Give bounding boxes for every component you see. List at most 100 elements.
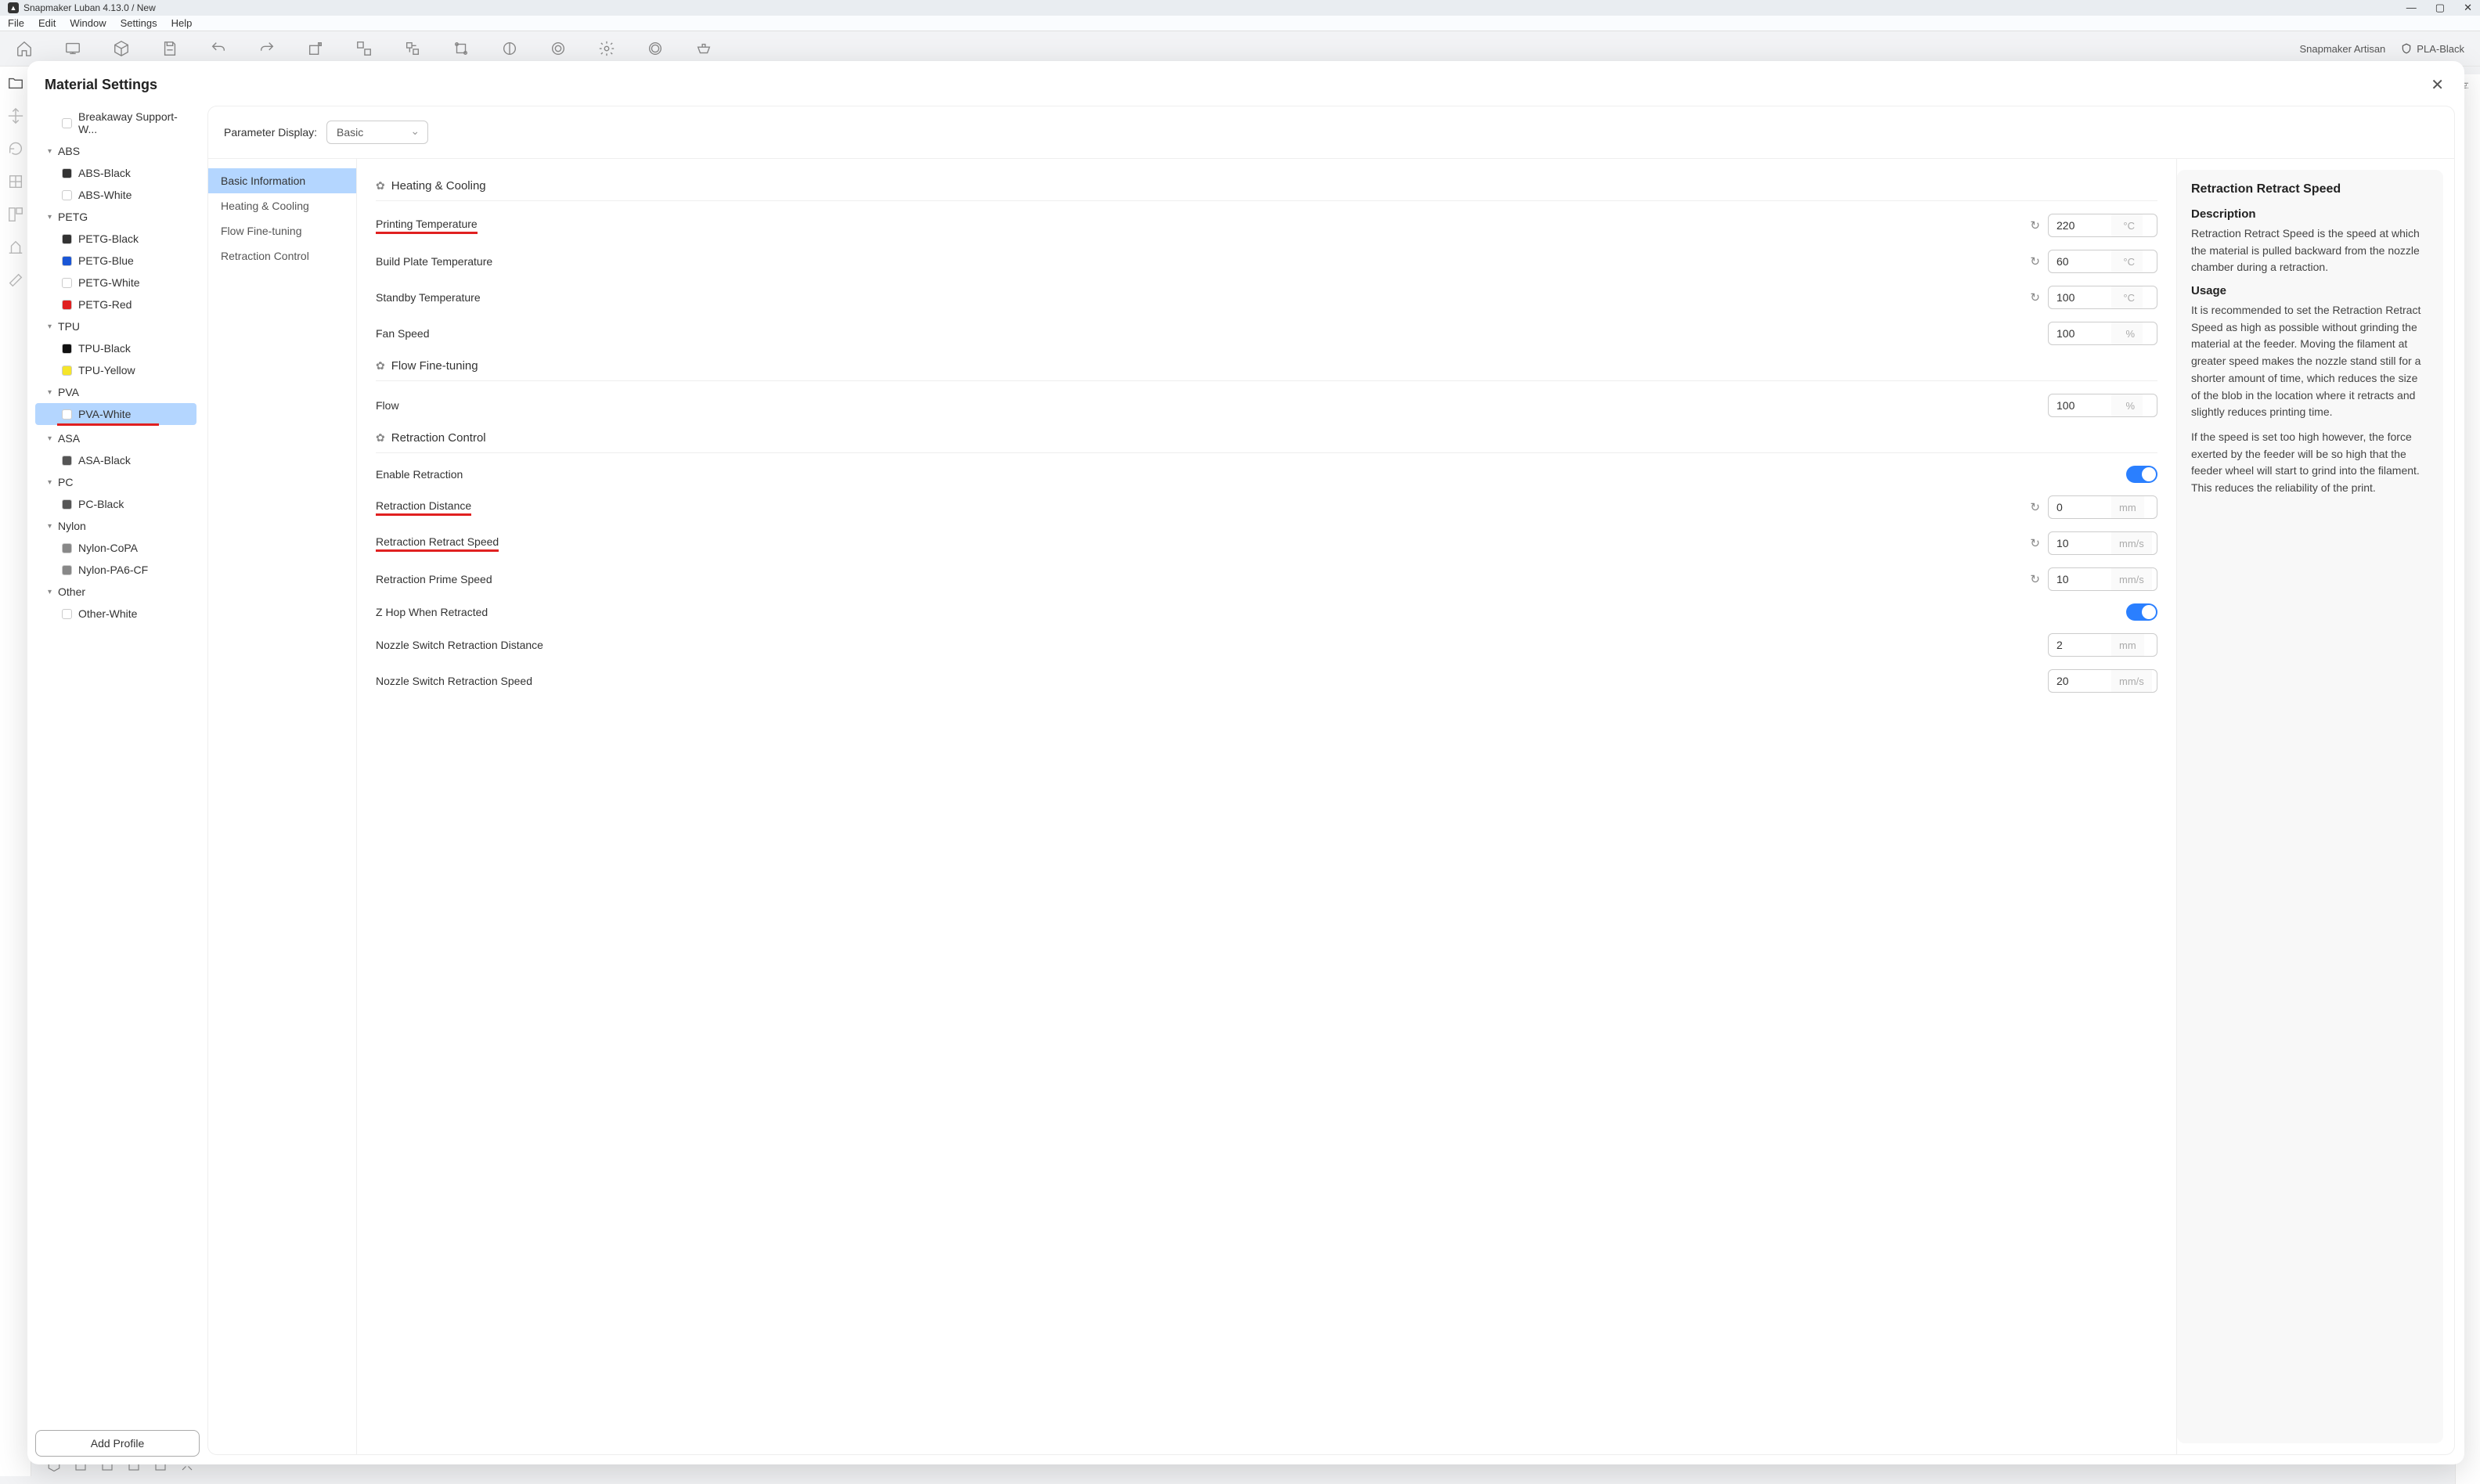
menu-file[interactable]: File (8, 17, 24, 29)
group-icon[interactable] (404, 40, 421, 57)
unit-label: % (2111, 394, 2143, 416)
cube-icon[interactable] (113, 40, 130, 57)
tree-item-label: TPU-Yellow (78, 364, 135, 376)
tree-item[interactable]: PETG-Black (35, 228, 196, 250)
material-tree[interactable]: Breakaway Support-W...ABSABS-BlackABS-Wh… (35, 106, 200, 1424)
tree-item[interactable]: Nylon-CoPA (35, 537, 196, 559)
layout-icon[interactable] (7, 206, 24, 223)
tree-item[interactable]: ABS-White (35, 184, 196, 206)
ring-icon[interactable] (550, 40, 567, 57)
category-nav-item[interactable]: Heating & Cooling (208, 193, 356, 218)
tree-item[interactable]: ASA-Black (35, 449, 196, 471)
maximize-button[interactable]: ▢ (2435, 2, 2445, 14)
home-icon[interactable] (16, 40, 33, 57)
circle-icon[interactable] (647, 40, 664, 57)
color-swatch (62, 344, 72, 354)
unit-label: °C (2111, 250, 2143, 272)
reset-icon[interactable]: ↻ (2030, 500, 2040, 514)
minimize-button[interactable]: — (2406, 2, 2417, 14)
mirror-icon[interactable] (501, 40, 518, 57)
tree-item[interactable]: Breakaway Support-W... (35, 106, 196, 140)
unit-label: mm/s (2111, 670, 2152, 692)
value-input[interactable] (2049, 250, 2111, 272)
scale-icon[interactable] (7, 173, 24, 190)
tree-item[interactable]: PETG-Blue (35, 250, 196, 272)
setting-label: Retraction Distance (376, 499, 471, 516)
reset-icon[interactable]: ↻ (2030, 536, 2040, 550)
value-input[interactable] (2049, 214, 2111, 236)
transform-icon[interactable] (452, 40, 470, 57)
workspace-icon[interactable] (64, 40, 81, 57)
menu-edit[interactable]: Edit (38, 17, 56, 29)
folder-icon[interactable] (7, 74, 24, 92)
tree-item[interactable]: ABS-Black (35, 162, 196, 184)
add-shape-icon[interactable] (307, 40, 324, 57)
title-text: Snapmaker Luban 4.13.0 / New (23, 2, 156, 13)
tree-category[interactable]: TPU (35, 315, 196, 337)
tree-item[interactable]: PETG-White (35, 272, 196, 294)
value-input[interactable] (2049, 568, 2111, 590)
color-swatch (62, 543, 72, 553)
reset-icon[interactable]: ↻ (2030, 290, 2040, 304)
tree-item[interactable]: TPU-Black (35, 337, 196, 359)
value-input[interactable] (2049, 532, 2111, 554)
tree-category[interactable]: Nylon (35, 515, 196, 537)
menu-settings[interactable]: Settings (121, 17, 157, 29)
value-input[interactable] (2049, 322, 2111, 344)
settings-list[interactable]: ✿Heating & Cooling Printing Temperature↻°… (357, 159, 2177, 1454)
add-profile-button[interactable]: Add Profile (35, 1430, 200, 1457)
redo-icon[interactable] (258, 40, 276, 57)
tree-category[interactable]: Other (35, 581, 196, 603)
value-input[interactable] (2049, 394, 2111, 416)
reset-icon[interactable]: ↻ (2030, 254, 2040, 268)
category-nav-item[interactable]: Retraction Control (208, 243, 356, 268)
color-swatch (62, 609, 72, 619)
move-icon[interactable] (7, 107, 24, 124)
section-header: ✿Heating & Cooling (376, 171, 2157, 201)
align-icon[interactable] (355, 40, 373, 57)
tree-category[interactable]: PETG (35, 206, 196, 228)
gear-icon[interactable] (598, 40, 615, 57)
reset-icon[interactable]: ↻ (2030, 218, 2040, 232)
toggle[interactable] (2126, 603, 2157, 621)
material-selector[interactable]: PLA-Black (2401, 43, 2464, 55)
support-icon[interactable] (7, 239, 24, 256)
undo-icon[interactable] (210, 40, 227, 57)
menu-window[interactable]: Window (70, 17, 106, 29)
tree-item-label: TPU-Black (78, 342, 131, 355)
category-nav-item[interactable]: Basic Information (208, 168, 356, 193)
rotate-icon[interactable] (7, 140, 24, 157)
value-input[interactable] (2049, 496, 2111, 518)
color-swatch (62, 366, 72, 376)
camera-icon[interactable] (695, 40, 712, 57)
param-display-label: Parameter Display: (224, 126, 317, 139)
tree-item[interactable]: PVA-White (35, 403, 196, 425)
tree-item[interactable]: Other-White (35, 603, 196, 625)
value-input[interactable] (2049, 286, 2111, 308)
tree-category[interactable]: ABS (35, 140, 196, 162)
param-display-select[interactable]: Basic (326, 121, 428, 144)
value-input[interactable] (2049, 634, 2111, 656)
category-nav-item[interactable]: Flow Fine-tuning (208, 218, 356, 243)
brush-icon[interactable] (7, 272, 24, 289)
tree-item[interactable]: PETG-Red (35, 294, 196, 315)
setting-row: Printing Temperature↻°C (376, 207, 2157, 243)
menu-help[interactable]: Help (171, 17, 193, 29)
toggle[interactable] (2126, 466, 2157, 483)
tree-item[interactable]: TPU-Yellow (35, 359, 196, 381)
value-input[interactable] (2049, 670, 2111, 692)
save-icon[interactable] (161, 40, 178, 57)
tree-category[interactable]: PVA (35, 381, 196, 403)
close-window-button[interactable]: ✕ (2464, 2, 2472, 14)
tree-item[interactable]: Nylon-PA6-CF (35, 559, 196, 581)
reset-icon[interactable]: ↻ (2030, 572, 2040, 586)
close-icon[interactable]: ✕ (2428, 72, 2447, 98)
tree-category[interactable]: ASA (35, 427, 196, 449)
tree-category[interactable]: PC (35, 471, 196, 493)
tree-item-label: PETG-Blue (78, 254, 134, 267)
category-nav: Basic InformationHeating & CoolingFlow F… (208, 159, 357, 1454)
info-desc: Retraction Retract Speed is the speed at… (2191, 225, 2429, 276)
tree-item-label: Nylon-PA6-CF (78, 564, 148, 576)
machine-selector[interactable]: Snapmaker Artisan (2299, 43, 2385, 55)
tree-item[interactable]: PC-Black (35, 493, 196, 515)
